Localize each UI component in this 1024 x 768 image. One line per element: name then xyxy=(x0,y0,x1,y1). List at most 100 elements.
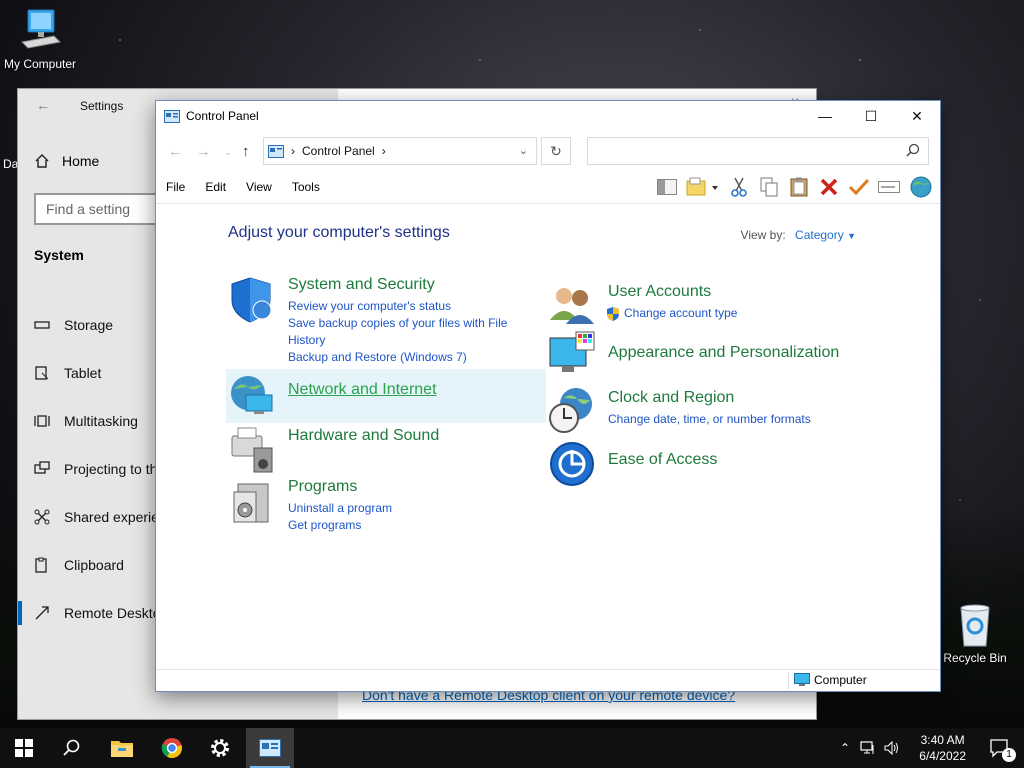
home-label: Home xyxy=(62,153,100,169)
copy-icon[interactable] xyxy=(758,176,780,198)
category-system-security: System and Security Review your computer… xyxy=(228,276,548,364)
new-folder-icon[interactable] xyxy=(686,176,720,198)
address-bar[interactable]: › Control Panel › ⌄ xyxy=(263,137,537,165)
category-network-internet[interactable]: Network and Internet xyxy=(226,369,546,423)
category-link[interactable]: Uninstall a program xyxy=(288,500,538,517)
category-link[interactable]: Save backup copies of your files with Fi… xyxy=(288,315,538,349)
gear-icon xyxy=(211,739,229,757)
category-title[interactable]: Programs xyxy=(288,478,357,496)
desktop-icon-label: Recycle Bin xyxy=(943,651,1007,665)
search-input[interactable] xyxy=(587,137,929,165)
category-title[interactable]: Appearance and Personalization xyxy=(608,344,839,362)
category-title[interactable]: System and Security xyxy=(288,276,435,294)
search-icon xyxy=(63,739,80,756)
taskbar-chrome[interactable] xyxy=(148,728,196,768)
chevron-down-icon[interactable]: ⌄ xyxy=(519,144,528,157)
maximize-button[interactable]: ☐ xyxy=(848,101,894,131)
category-title[interactable]: Hardware and Sound xyxy=(288,427,439,445)
settings-nav-multitasking[interactable]: Multitasking xyxy=(34,413,138,429)
delete-icon[interactable] xyxy=(818,176,840,198)
chevron-right-icon: › xyxy=(291,144,295,158)
refresh-button[interactable]: ↻ xyxy=(541,137,571,165)
category-link[interactable]: Change account type xyxy=(624,305,737,322)
category-title[interactable]: Ease of Access xyxy=(608,451,717,469)
settings-nav-tablet[interactable]: Tablet xyxy=(34,365,101,381)
taskbar-file-explorer[interactable] xyxy=(98,728,146,768)
up-button[interactable]: ↑ xyxy=(242,143,250,160)
category-link[interactable]: Change date, time, or number formats xyxy=(608,411,908,428)
taskbar: ⌃ 3:40 AM 6/4/2022 1 xyxy=(0,728,1024,768)
menu-tools[interactable]: Tools xyxy=(282,177,330,199)
menu-edit[interactable]: Edit xyxy=(195,177,236,199)
folder-icon xyxy=(111,741,133,757)
network-status-icon[interactable] xyxy=(860,741,876,755)
settings-nav-storage[interactable]: Storage xyxy=(34,317,113,333)
settings-section-title: System xyxy=(34,247,84,263)
search-icon xyxy=(906,143,920,157)
view-by-label: View by: xyxy=(740,228,786,242)
taskbar-clock[interactable]: 3:40 AM 6/4/2022 xyxy=(919,732,966,764)
category-title[interactable]: Network and Internet xyxy=(288,381,437,399)
toolbar xyxy=(656,173,934,201)
category-programs: Programs Uninstall a program Get program… xyxy=(228,478,548,548)
category-link[interactable]: Get programs xyxy=(288,517,538,534)
back-arrow-icon[interactable]: ← xyxy=(36,97,50,113)
category-link[interactable]: Review your computer's status xyxy=(288,298,538,315)
settings-nav-projecting[interactable]: Projecting to th xyxy=(34,461,157,477)
status-computer: Computer xyxy=(794,673,867,687)
close-button[interactable]: ✕ xyxy=(894,101,940,131)
rename-icon[interactable] xyxy=(878,176,900,198)
cut-icon[interactable] xyxy=(728,176,750,198)
computer-icon xyxy=(20,9,62,49)
taskbar-settings[interactable] xyxy=(196,728,244,768)
nav-label: Storage xyxy=(64,317,114,333)
shield-icon xyxy=(231,277,272,323)
search-button[interactable] xyxy=(48,728,96,768)
settings-nav-shared[interactable]: Shared experie xyxy=(34,509,159,525)
desktop-icon-recycle-bin[interactable]: Recycle Bin xyxy=(933,602,1017,665)
minimize-button[interactable]: — xyxy=(802,101,848,131)
action-center-button[interactable]: 1 xyxy=(976,728,1024,768)
menu-bar: File Edit View Tools xyxy=(156,177,330,199)
control-panel-content: Adjust your computer's settings View by:… xyxy=(156,204,940,669)
menu-file[interactable]: File xyxy=(156,177,195,199)
nav-label: Shared experie xyxy=(64,509,159,525)
storage-icon xyxy=(34,321,50,329)
clock-time: 3:40 AM xyxy=(920,733,965,747)
taskbar-control-panel[interactable] xyxy=(246,728,294,768)
network-globe-icon[interactable] xyxy=(908,176,934,198)
start-button[interactable] xyxy=(0,728,48,768)
desktop-icon-my-computer[interactable]: My Computer xyxy=(0,8,82,71)
settings-nav-clipboard[interactable]: Clipboard xyxy=(34,557,124,573)
status-divider xyxy=(788,672,789,690)
back-button[interactable]: ← xyxy=(168,143,183,160)
show-hidden-icons[interactable]: ⌃ xyxy=(840,741,850,755)
nav-label: Clipboard xyxy=(64,557,124,573)
clock-globe-icon xyxy=(549,388,592,433)
recent-locations-icon[interactable]: ⌄ xyxy=(224,147,232,158)
menu-view[interactable]: View xyxy=(236,177,282,199)
paste-icon[interactable] xyxy=(788,176,810,198)
programs-icon xyxy=(233,483,269,523)
settings-nav-remote-desktop[interactable]: Remote Deskto xyxy=(34,605,160,621)
nav-active-indicator xyxy=(18,601,22,625)
properties-check-icon[interactable] xyxy=(848,176,870,198)
notification-count-badge: 1 xyxy=(1002,748,1016,762)
category-title[interactable]: Clock and Region xyxy=(608,389,734,407)
volume-icon[interactable] xyxy=(884,741,900,755)
layout-pane-icon[interactable] xyxy=(656,176,678,198)
category-title[interactable]: User Accounts xyxy=(608,283,711,301)
breadcrumb-item[interactable]: Control Panel xyxy=(302,144,375,158)
category-link[interactable]: Backup and Restore (Windows 7) xyxy=(288,349,538,366)
network-icon xyxy=(231,376,273,414)
view-by-dropdown[interactable]: Category ▼ xyxy=(795,228,856,242)
forward-button[interactable]: → xyxy=(196,143,211,160)
window-title: Control Panel xyxy=(186,109,259,123)
settings-home-link[interactable]: Home xyxy=(34,153,99,169)
uac-shield-icon xyxy=(607,306,619,321)
control-panel-titlebar: Control Panel — ☐ ✕ xyxy=(156,101,940,131)
nav-label: Remote Deskto xyxy=(64,605,161,621)
home-icon xyxy=(35,154,49,168)
nav-label: Multitasking xyxy=(64,413,138,429)
control-panel-crumb-icon xyxy=(268,144,284,158)
